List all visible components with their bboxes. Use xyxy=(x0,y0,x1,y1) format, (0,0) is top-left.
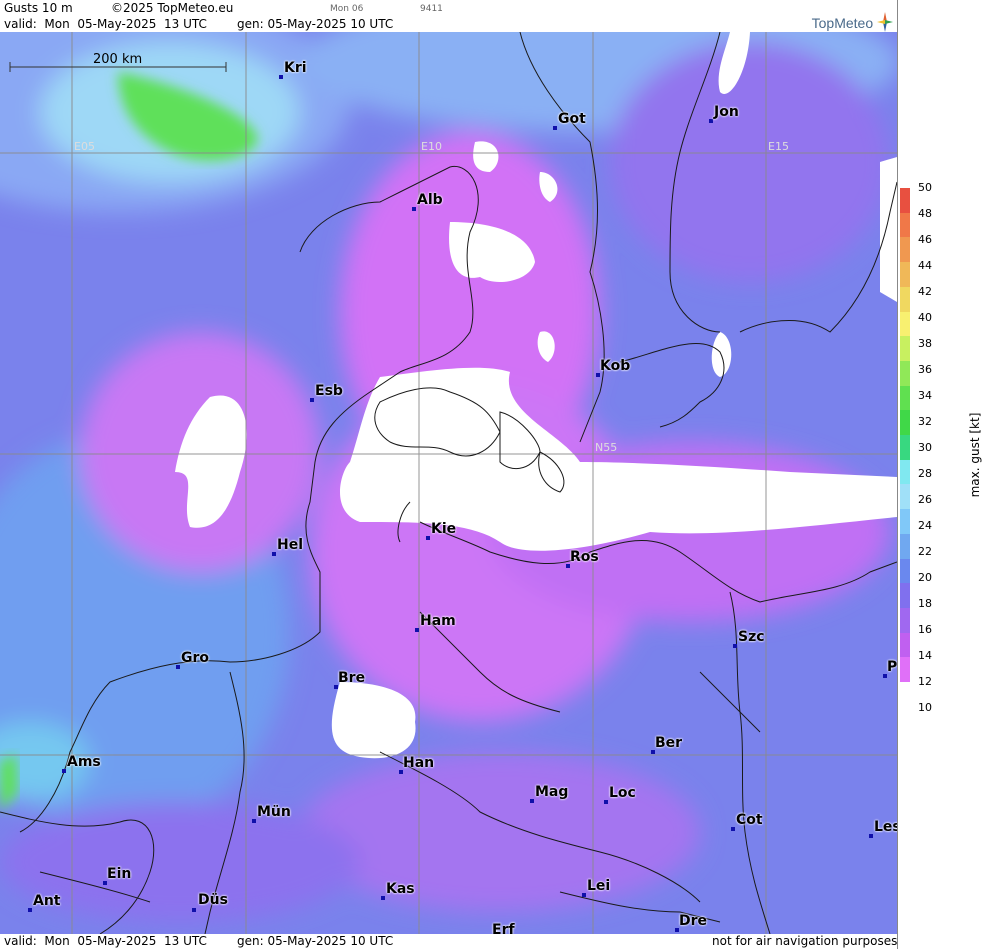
city-marker xyxy=(530,799,534,803)
city-marker xyxy=(310,398,314,402)
grid-label-e05: E05 xyxy=(74,140,95,153)
city-marker xyxy=(279,75,283,79)
code-label: 9411 xyxy=(420,4,443,14)
city-marker xyxy=(176,665,180,669)
city-marker xyxy=(869,834,873,838)
legend-tick-label: 28 xyxy=(918,467,932,480)
city-label[interactable]: Got xyxy=(558,111,586,127)
copyright: ©2025 TopMeteo.eu xyxy=(111,1,234,15)
city-label[interactable]: Jon xyxy=(714,104,739,120)
city-label[interactable]: Kob xyxy=(600,358,630,374)
city-label[interactable]: Loc xyxy=(609,785,636,801)
legend-tick-label: 26 xyxy=(918,493,932,506)
grid-label-e10: E10 xyxy=(421,140,442,153)
city-label[interactable]: P xyxy=(887,659,897,675)
grid-label-n55: N55 xyxy=(595,441,618,454)
city-label[interactable]: Mün xyxy=(257,804,291,820)
city-marker xyxy=(272,552,276,556)
city-label[interactable]: Dre xyxy=(679,913,707,929)
city-marker xyxy=(733,644,737,648)
city-label[interactable]: Ein xyxy=(107,866,131,882)
logo: TopMeteo xyxy=(812,12,893,32)
city-label[interactable]: Ros xyxy=(570,549,599,565)
city-marker xyxy=(709,119,713,123)
footer-bar: valid: Mon 05-May-2025 13 UTC gen: 05-Ma… xyxy=(0,934,897,949)
city-label[interactable]: Erf xyxy=(492,922,515,934)
product-title: Gusts 10 m xyxy=(4,1,73,15)
legend-tick-label: 16 xyxy=(918,623,932,636)
city-label[interactable]: Mag xyxy=(535,784,568,800)
city-marker xyxy=(28,908,32,912)
city-label[interactable]: Les xyxy=(874,819,897,835)
legend-tick-label: 10 xyxy=(918,701,932,714)
city-label[interactable]: Bre xyxy=(338,670,365,686)
city-label[interactable]: Ant xyxy=(33,893,61,909)
legend-tick-label: 34 xyxy=(918,389,932,402)
city-label[interactable]: Han xyxy=(403,755,434,771)
city-marker xyxy=(553,126,557,130)
city-marker xyxy=(415,628,419,632)
footer-gen-time: gen: 05-May-2025 10 UTC xyxy=(237,934,394,948)
city-label[interactable]: Ham xyxy=(420,613,456,629)
city-marker xyxy=(62,769,66,773)
legend-tick-label: 48 xyxy=(918,207,932,220)
city-marker xyxy=(582,893,586,897)
legend-tick-label: 40 xyxy=(918,311,932,324)
gust-map[interactable]: 200 km E05 E10 E15 N55 Kri Got Jon Alb K… xyxy=(0,32,897,934)
footer-valid-time: valid: Mon 05-May-2025 13 UTC xyxy=(4,934,207,948)
legend-tick-label: 18 xyxy=(918,597,932,610)
city-label[interactable]: Lei xyxy=(587,878,610,894)
legend-tick-label: 24 xyxy=(918,519,932,532)
legend-tick-label: 32 xyxy=(918,415,932,428)
legend-tick-label: 14 xyxy=(918,649,932,662)
legend-tick-label: 30 xyxy=(918,441,932,454)
city-label[interactable]: Alb xyxy=(417,192,443,208)
city-label[interactable]: Düs xyxy=(198,892,228,908)
city-label[interactable]: Cot xyxy=(736,812,763,828)
legend-tick-label: 44 xyxy=(918,259,932,272)
legend-tick-label: 50 xyxy=(918,181,932,194)
compass-icon xyxy=(877,12,893,32)
legend-tick-label: 46 xyxy=(918,233,932,246)
city-marker xyxy=(731,827,735,831)
legend-tick-label: 20 xyxy=(918,571,932,584)
city-marker xyxy=(192,908,196,912)
disclaimer: not for air navigation purposes xyxy=(712,934,898,948)
legend-tick-label: 22 xyxy=(918,545,932,558)
city-label[interactable]: Ams xyxy=(67,754,101,770)
city-marker xyxy=(426,536,430,540)
scale-label: 200 km xyxy=(93,52,143,67)
valid-time: valid: Mon 05-May-2025 13 UTC xyxy=(4,17,207,31)
legend-axis-label: max. gust [kt] xyxy=(968,412,982,498)
city-marker xyxy=(252,819,256,823)
day-label: Mon 06 xyxy=(330,4,364,14)
city-marker xyxy=(604,800,608,804)
city-marker xyxy=(381,896,385,900)
logo-text: TopMeteo xyxy=(811,15,874,31)
city-label[interactable]: Ber xyxy=(655,735,682,751)
city-label[interactable]: Hel xyxy=(277,537,303,553)
city-label[interactable]: Kie xyxy=(431,521,456,537)
city-label[interactable]: Esb xyxy=(315,383,343,399)
city-label[interactable]: Kas xyxy=(386,881,415,897)
grid-label-e15: E15 xyxy=(768,140,789,153)
legend-tick-label: 42 xyxy=(918,285,932,298)
city-label[interactable]: Gro xyxy=(181,650,209,666)
legend-tick-label: 36 xyxy=(918,363,932,376)
city-marker xyxy=(412,207,416,211)
gen-time: gen: 05-May-2025 10 UTC xyxy=(237,17,394,31)
legend-tick-label: 12 xyxy=(918,675,932,688)
map-canvas xyxy=(0,32,897,934)
city-label[interactable]: Szc xyxy=(738,629,765,645)
legend-tick-label: 38 xyxy=(918,337,932,350)
city-label[interactable]: Kri xyxy=(284,60,307,76)
